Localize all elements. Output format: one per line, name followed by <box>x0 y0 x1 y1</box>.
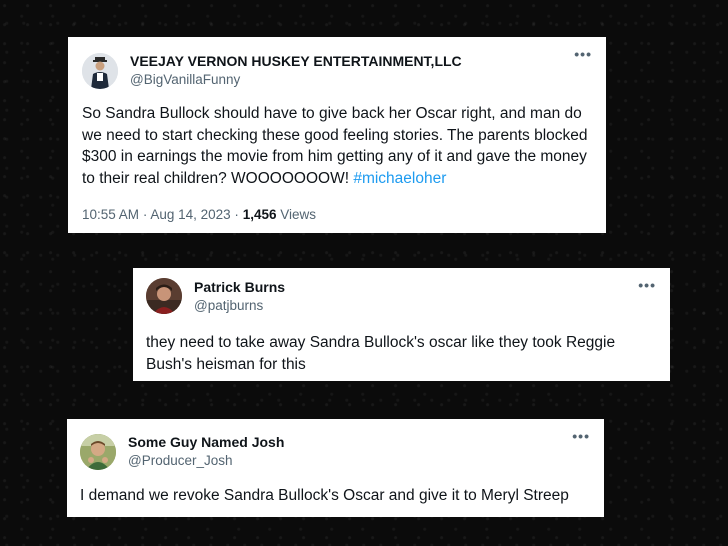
hashtag-link[interactable]: #michaeloher <box>353 170 446 187</box>
tweet-meta: 10:55 AM · Aug 14, 2023 · 1,456 Views <box>82 207 316 222</box>
more-options-icon[interactable]: ••• <box>572 429 590 443</box>
tweet-card: Some Guy Named Josh @Producer_Josh ••• I… <box>67 419 604 517</box>
user-handle[interactable]: @BigVanillaFunny <box>130 72 240 87</box>
avatar[interactable] <box>146 278 182 314</box>
views-count: 1,456 <box>242 207 277 222</box>
tweet-body: So Sandra Bullock should have to give ba… <box>82 105 588 187</box>
tweet-text: I demand we revoke Sandra Bullock's Osca… <box>80 487 569 504</box>
tweet-card: Patrick Burns @patjburns ••• they need t… <box>133 268 670 381</box>
more-options-icon[interactable]: ••• <box>574 47 592 61</box>
display-name[interactable]: Patrick Burns <box>194 279 285 295</box>
separator: · <box>234 207 239 222</box>
tweet-text: So Sandra Bullock should have to give ba… <box>82 103 597 189</box>
tweet-text: they need to take away Sandra Bullock's … <box>146 334 616 373</box>
user-avatar-icon <box>80 434 116 470</box>
avatar[interactable] <box>80 434 116 470</box>
display-name[interactable]: Some Guy Named Josh <box>128 434 284 450</box>
user-avatar-icon <box>146 278 182 314</box>
tweet-card: VEEJAY VERNON HUSKEY ENTERTAINMENT,LLC @… <box>68 37 606 233</box>
separator: · <box>142 207 148 222</box>
user-handle[interactable]: @Producer_Josh <box>128 453 233 468</box>
user-avatar-icon <box>82 53 118 89</box>
avatar[interactable] <box>82 53 118 89</box>
user-handle[interactable]: @patjburns <box>194 298 263 313</box>
views-label: Views <box>280 207 317 222</box>
display-name[interactable]: VEEJAY VERNON HUSKEY ENTERTAINMENT,LLC <box>130 53 462 69</box>
tweet-date[interactable]: Aug 14, 2023 <box>150 207 230 222</box>
more-options-icon[interactable]: ••• <box>638 278 656 292</box>
tweet-time[interactable]: 10:55 AM <box>82 207 139 222</box>
